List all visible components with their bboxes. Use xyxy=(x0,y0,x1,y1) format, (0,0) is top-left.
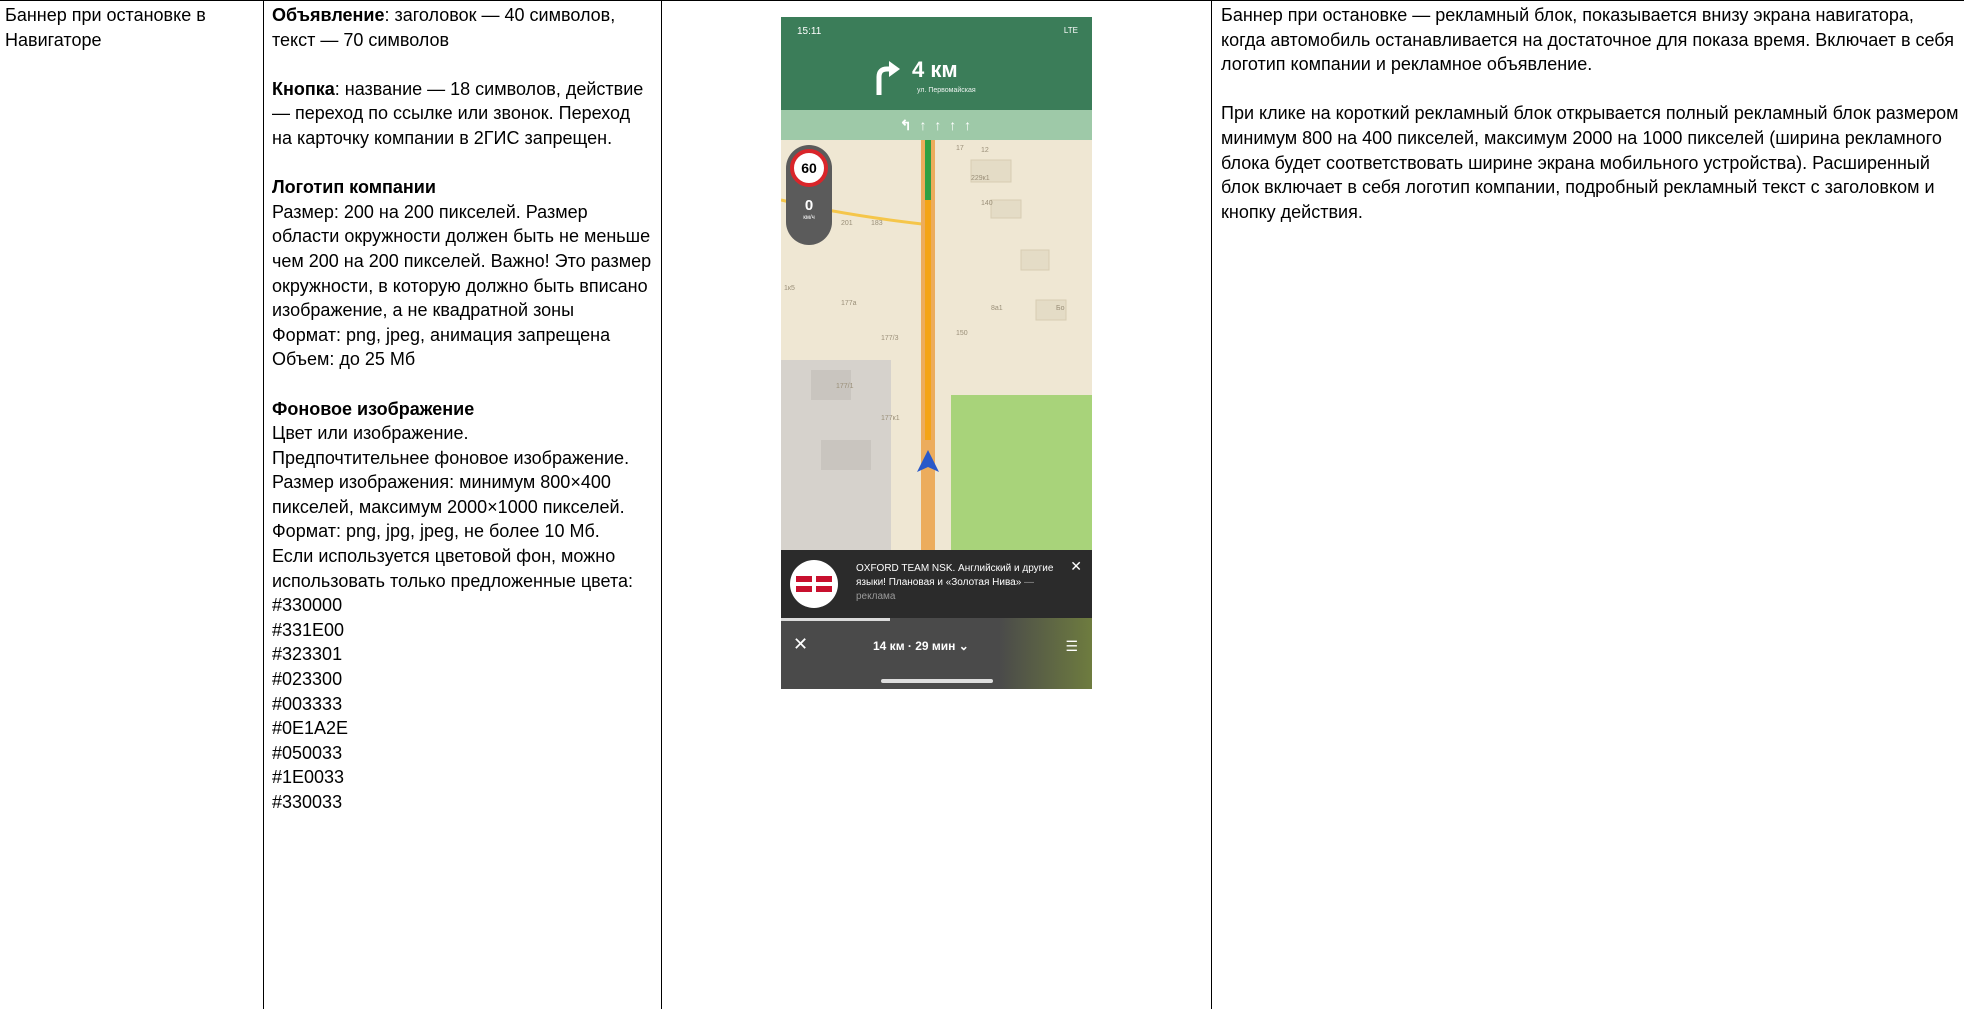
map-label: 150 xyxy=(956,330,968,337)
navigator-screenshot: 15:11 LTE 4 км ул. Первомайская ↰ ↑ ↑ ↑ … xyxy=(781,17,1092,689)
description-paragraph: При клике на короткий рекламный блок отк… xyxy=(1221,103,1959,222)
logo-size: Размер: 200 на 200 пикселей. Размер обла… xyxy=(272,201,652,321)
logo-volume: Объем: до 25 Мб xyxy=(272,349,416,370)
route-panel: ✕ 14 км · 29 мин ⌄ ☰ xyxy=(781,618,1092,689)
maneuver-header: 4 км ул. Первомайская xyxy=(781,47,1092,110)
column-divider xyxy=(263,0,264,1009)
color-code: #0E1A2E xyxy=(272,718,349,739)
logo-heading: Логотип компании xyxy=(272,177,436,198)
column-requirements: Объявление: заголовок — 40 символов, тек… xyxy=(272,3,652,815)
ad-requirements: Объявление: заголовок — 40 символов, тек… xyxy=(272,5,616,50)
map-label: 177/3 xyxy=(881,335,899,342)
background-line: Если используется цветовой фон, можно ис… xyxy=(272,546,633,591)
map-label: 177/1 xyxy=(836,383,854,390)
current-speed: 0 xyxy=(804,197,814,214)
column-format-name: Баннер при остановке в Навигаторе xyxy=(5,3,260,52)
route-summary[interactable]: 14 км · 29 мин ⌄ xyxy=(873,639,969,653)
color-code: #331E00 xyxy=(272,619,345,640)
background-line: Цвет или изображение. xyxy=(272,423,469,444)
map-label: 183 xyxy=(871,220,883,227)
map-label: 177а xyxy=(841,300,857,307)
color-code: #323301 xyxy=(272,644,343,665)
flag-logo-icon xyxy=(796,576,832,592)
column-description: Баннер при остановке — рекламный блок, п… xyxy=(1221,3,1959,224)
home-indicator xyxy=(881,679,993,683)
background-line: Предпочтительнее фоновое изображение. xyxy=(272,447,630,468)
speed-unit: км/ч xyxy=(803,215,815,221)
map-label: Бо xyxy=(1056,305,1065,312)
stop-banner[interactable]: OXFORD TEAM NSK. Английский и другие язы… xyxy=(781,550,1092,618)
table-top-border xyxy=(0,0,1964,1)
logo-format: Формат: png, jpeg, анимация запрещена xyxy=(272,324,611,345)
color-code: #330033 xyxy=(272,792,343,812)
network-indicator: LTE xyxy=(1063,26,1078,35)
route-progress xyxy=(781,618,890,621)
column-divider xyxy=(661,0,662,1009)
close-icon[interactable]: ✕ xyxy=(1070,558,1082,575)
color-code: #023300 xyxy=(272,669,343,690)
color-code: #050033 xyxy=(272,742,343,763)
status-bar: 15:11 LTE xyxy=(781,17,1092,47)
lane-guidance: ↰ ↑ ↑ ↑ ↑ xyxy=(781,110,1092,140)
speedometer: 60 0 км/ч xyxy=(786,145,832,245)
ad-text: OXFORD TEAM NSK. Английский и другие язы… xyxy=(856,563,1054,602)
company-logo xyxy=(790,560,838,608)
format-title: Баннер при остановке в Навигаторе xyxy=(5,5,206,50)
background-line: Размер изображения: минимум 800×400 пикс… xyxy=(272,472,625,517)
street-name: ул. Первомайская xyxy=(917,87,976,94)
map-label: 201 xyxy=(841,220,853,227)
turn-right-arrow-icon xyxy=(876,61,900,95)
column-divider xyxy=(1211,0,1212,1009)
speed-limit-sign: 60 xyxy=(790,149,828,187)
maneuver-distance: 4 км xyxy=(912,57,958,82)
settings-sliders-icon[interactable]: ☰ xyxy=(1065,638,1078,655)
map-label: 140 xyxy=(981,200,993,207)
description-paragraph: Баннер при остановке — рекламный блок, п… xyxy=(1221,5,1954,75)
map-label: 177к1 xyxy=(881,415,900,422)
map-label: 17 xyxy=(956,145,964,152)
color-code: #330000 xyxy=(272,595,343,616)
close-route-icon[interactable]: ✕ xyxy=(793,634,808,655)
color-code: #003333 xyxy=(272,693,343,714)
map-label: 12 xyxy=(981,147,989,154)
map-label: 1к5 xyxy=(784,285,795,292)
map-label: 229к1 xyxy=(971,175,990,182)
map-label: 8а1 xyxy=(991,305,1003,312)
background-heading: Фоновое изображение xyxy=(272,398,475,419)
color-code: #1E0033 xyxy=(272,767,345,788)
status-time: 15:11 xyxy=(797,26,822,37)
button-requirements: Кнопка: название — 18 символов, действие… xyxy=(272,78,644,148)
background-line: Формат: png, jpg, jpeg, не более 10 Мб. xyxy=(272,521,600,542)
